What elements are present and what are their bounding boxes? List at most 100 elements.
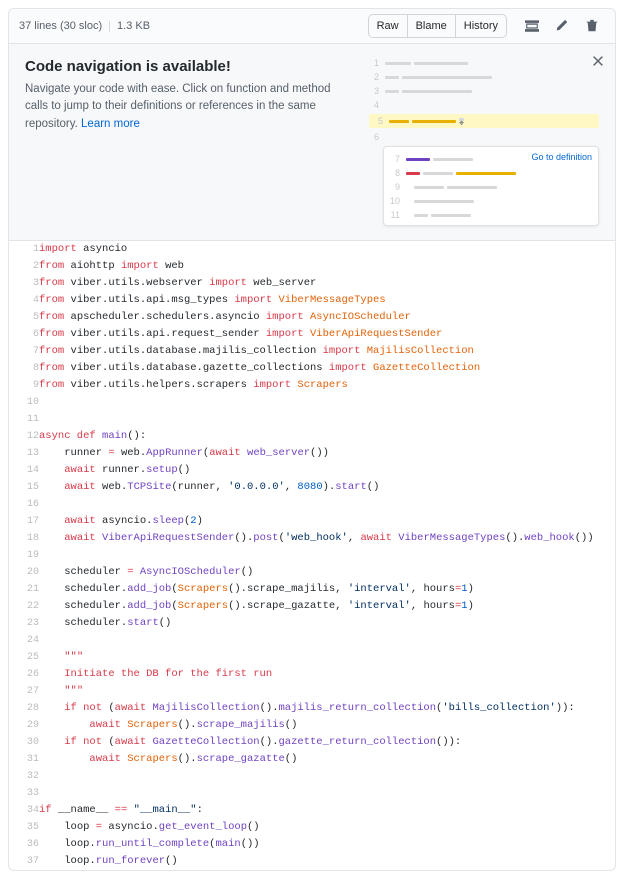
line-number[interactable]: 14	[9, 462, 39, 479]
code-line: 34if __name__ == "__main__":	[9, 802, 615, 819]
line-number[interactable]: 23	[9, 615, 39, 632]
code-line: 35 loop = asyncio.get_event_loop()	[9, 819, 615, 836]
code-line: 11	[9, 411, 615, 428]
code-content: async def main():	[39, 428, 615, 445]
code-line: 31 await Scrapers().scrape_gazatte()	[9, 751, 615, 768]
line-number[interactable]: 37	[9, 853, 39, 870]
line-number[interactable]: 26	[9, 666, 39, 683]
line-number[interactable]: 16	[9, 496, 39, 513]
code-line: 32	[9, 768, 615, 785]
code-content: from viber.utils.api.msg_types import Vi…	[39, 292, 615, 309]
code-content: import asyncio	[39, 241, 615, 258]
go-to-def-link[interactable]: Go to definition	[531, 152, 592, 162]
line-number[interactable]: 20	[9, 564, 39, 581]
line-number[interactable]: 22	[9, 598, 39, 615]
code-nav-banner: Code navigation is available! Navigate y…	[9, 44, 615, 241]
code-content: await web.TCPSite(runner, '0.0.0.0', 808…	[39, 479, 615, 496]
banner-desc: Navigate your code with ease. Click on f…	[25, 81, 353, 133]
code-content: if not (await MajilisCollection().majili…	[39, 700, 615, 717]
code-content: """	[39, 649, 615, 666]
banner-illustration: 1 2 3 4 5⌖ 6 Go to definition 7 8 9 10 1…	[369, 58, 599, 226]
line-number[interactable]: 32	[9, 768, 39, 785]
code-line: 6from viber.utils.api.request_sender imp…	[9, 326, 615, 343]
code-content	[39, 768, 615, 785]
file-info: 37 lines (30 sloc) | 1.3 KB	[19, 20, 150, 32]
code-line: 13 runner = web.AppRunner(await web_serv…	[9, 445, 615, 462]
code-line: 4from viber.utils.api.msg_types import V…	[9, 292, 615, 309]
blame-button[interactable]: Blame	[408, 14, 456, 38]
code-line: 25 """	[9, 649, 615, 666]
line-number[interactable]: 4	[9, 292, 39, 309]
line-number[interactable]: 8	[9, 360, 39, 377]
code-content: await ViberApiRequestSender().post('web_…	[39, 530, 615, 547]
line-number[interactable]: 36	[9, 836, 39, 853]
line-number[interactable]: 9	[9, 377, 39, 394]
display-source-icon[interactable]	[519, 17, 545, 35]
edit-icon[interactable]	[549, 17, 575, 35]
banner-desc-text: Navigate your code with ease. Click on f…	[25, 83, 331, 130]
code-content	[39, 496, 615, 513]
line-number[interactable]: 12	[9, 428, 39, 445]
code-line: 2from aiohttp import web	[9, 258, 615, 275]
code-content: from viber.utils.webserver import web_se…	[39, 275, 615, 292]
line-number[interactable]: 17	[9, 513, 39, 530]
line-number[interactable]: 3	[9, 275, 39, 292]
file-actions: Raw Blame History	[368, 14, 605, 38]
code-content: scheduler.add_job(Scrapers().scrape_gaza…	[39, 598, 615, 615]
line-number[interactable]: 35	[9, 819, 39, 836]
learn-more-link[interactable]: Learn more	[81, 118, 140, 130]
line-number[interactable]: 18	[9, 530, 39, 547]
code-content	[39, 785, 615, 802]
go-to-def-tip: Go to definition 7 8 9 10 11	[383, 146, 599, 226]
code-content: scheduler.start()	[39, 615, 615, 632]
code-content: loop.run_until_complete(main())	[39, 836, 615, 853]
line-number[interactable]: 27	[9, 683, 39, 700]
code-line: 30 if not (await GazetteCollection().gaz…	[9, 734, 615, 751]
code-line: 24	[9, 632, 615, 649]
raw-button[interactable]: Raw	[368, 14, 408, 38]
trash-icon[interactable]	[579, 17, 605, 35]
code-line: 23 scheduler.start()	[9, 615, 615, 632]
banner-text: Code navigation is available! Navigate y…	[25, 58, 353, 226]
code-content	[39, 411, 615, 428]
code-line: 19	[9, 547, 615, 564]
line-number[interactable]: 6	[9, 326, 39, 343]
code-content: Initiate the DB for the first run	[39, 666, 615, 683]
line-number[interactable]: 34	[9, 802, 39, 819]
line-number[interactable]: 19	[9, 547, 39, 564]
line-number[interactable]: 24	[9, 632, 39, 649]
history-button[interactable]: History	[456, 14, 507, 38]
line-number[interactable]: 33	[9, 785, 39, 802]
line-number[interactable]: 25	[9, 649, 39, 666]
line-number[interactable]: 21	[9, 581, 39, 598]
line-number[interactable]: 7	[9, 343, 39, 360]
close-icon[interactable]	[591, 54, 605, 71]
code-content: if not (await GazetteCollection().gazett…	[39, 734, 615, 751]
line-number[interactable]: 29	[9, 717, 39, 734]
line-number[interactable]: 30	[9, 734, 39, 751]
line-number[interactable]: 11	[9, 411, 39, 428]
line-number[interactable]: 2	[9, 258, 39, 275]
code-content: await runner.setup()	[39, 462, 615, 479]
code-line: 17 await asyncio.sleep(2)	[9, 513, 615, 530]
code-line: 33	[9, 785, 615, 802]
line-number[interactable]: 10	[9, 394, 39, 411]
code-line: 9from viber.utils.helpers.scrapers impor…	[9, 377, 615, 394]
banner-title: Code navigation is available!	[25, 58, 353, 75]
code-line: 36 loop.run_until_complete(main())	[9, 836, 615, 853]
code-content: from viber.utils.database.majilis_collec…	[39, 343, 615, 360]
line-number[interactable]: 13	[9, 445, 39, 462]
line-number[interactable]: 15	[9, 479, 39, 496]
line-number[interactable]: 5	[9, 309, 39, 326]
code-line: 22 scheduler.add_job(Scrapers().scrape_g…	[9, 598, 615, 615]
line-number[interactable]: 1	[9, 241, 39, 258]
code-line: 10	[9, 394, 615, 411]
file-size: 1.3 KB	[117, 20, 150, 32]
code-content	[39, 547, 615, 564]
line-number[interactable]: 28	[9, 700, 39, 717]
code-line: 26 Initiate the DB for the first run	[9, 666, 615, 683]
line-number[interactable]: 31	[9, 751, 39, 768]
code-line: 3from viber.utils.webserver import web_s…	[9, 275, 615, 292]
code-line: 1import asyncio	[9, 241, 615, 258]
code-content: await asyncio.sleep(2)	[39, 513, 615, 530]
